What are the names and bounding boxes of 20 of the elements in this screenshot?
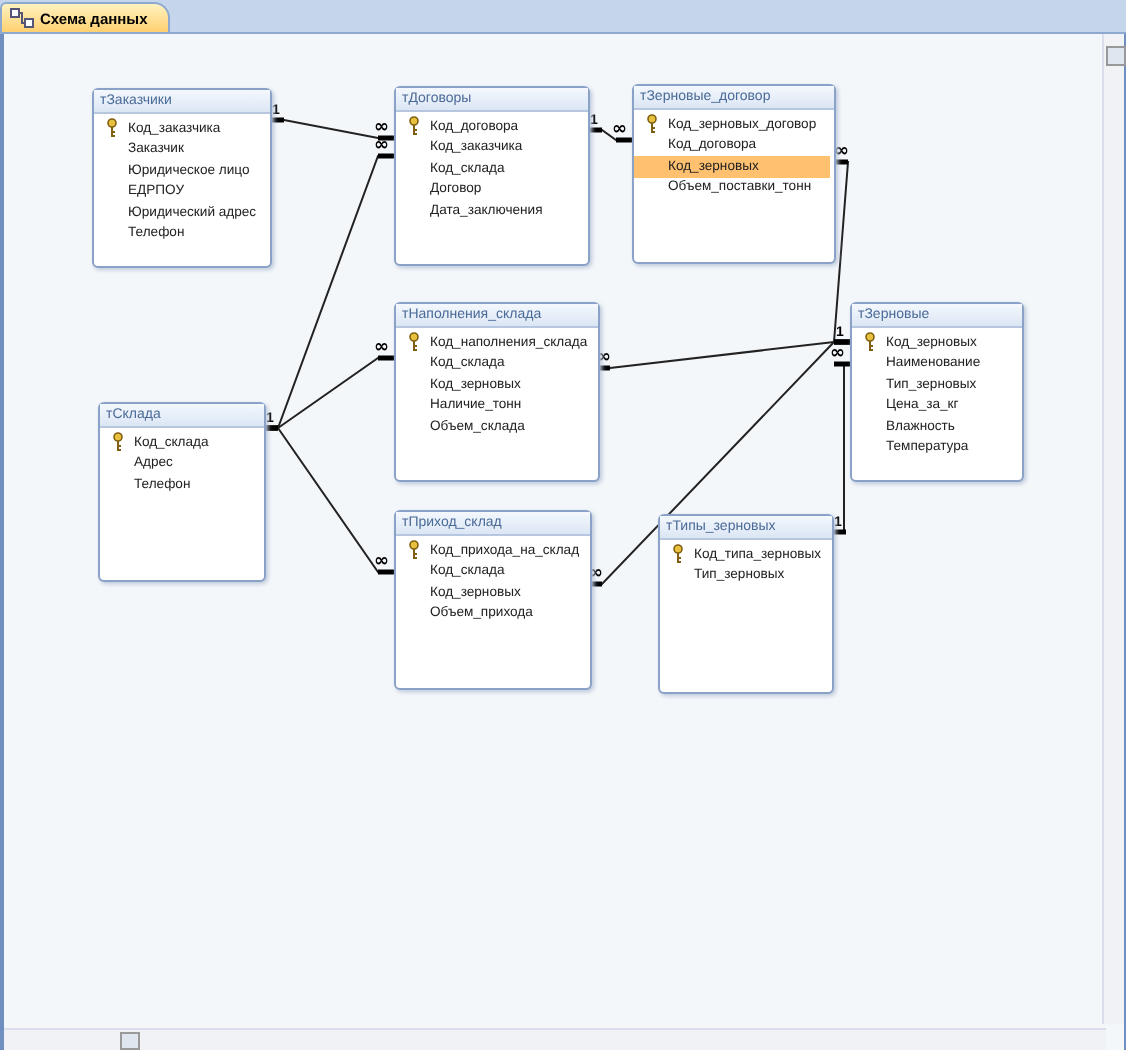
- horizontal-scrollbar[interactable]: [4, 1028, 1106, 1050]
- key-icon: [112, 432, 124, 453]
- key-icon: [408, 116, 420, 137]
- scroll-button[interactable]: [1106, 46, 1126, 66]
- key-icon: [408, 540, 420, 561]
- cardinality-label: ∞: [374, 552, 389, 572]
- key-icon: [408, 332, 420, 353]
- scroll-thumb[interactable]: [120, 1032, 140, 1050]
- cardinality-label: ∞: [374, 118, 389, 138]
- key-icon: [106, 118, 118, 139]
- cardinality-label: ∞: [830, 344, 845, 364]
- key-icon: [646, 114, 658, 135]
- key-icon: [672, 544, 684, 565]
- cardinality-label: ∞: [612, 120, 627, 140]
- cardinality-label: ∞: [374, 338, 389, 358]
- cardinality-label: ∞: [834, 142, 849, 162]
- cardinality-label: ∞: [374, 136, 389, 156]
- vertical-scrollbar[interactable]: [1102, 34, 1124, 1024]
- relationships-icon: [10, 8, 34, 28]
- key-icon: [864, 332, 876, 353]
